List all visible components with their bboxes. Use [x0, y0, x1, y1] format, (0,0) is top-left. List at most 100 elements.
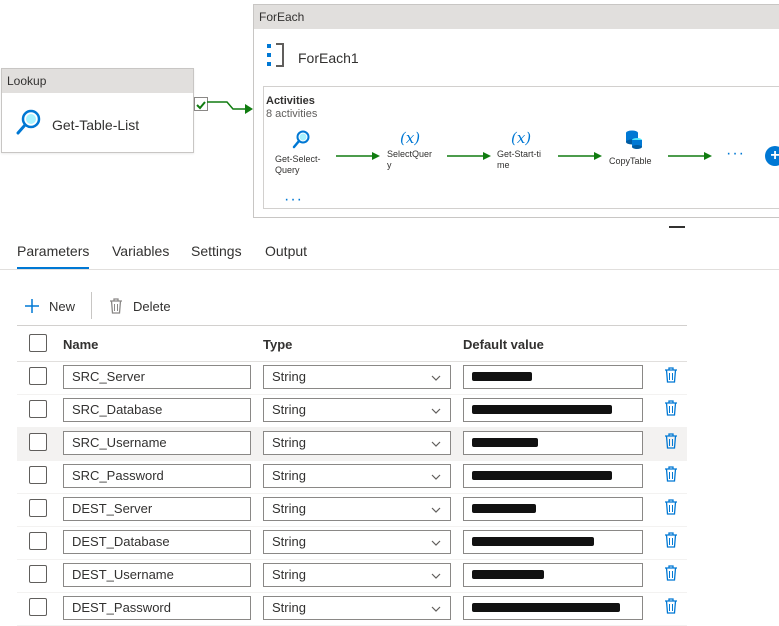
- tab-parameters[interactable]: Parameters: [17, 243, 90, 269]
- splitter-handle[interactable]: [669, 226, 685, 228]
- table-row[interactable]: SRC_Username String: [17, 427, 687, 461]
- chevron-down-icon: [431, 408, 441, 414]
- parameter-default-value-input[interactable]: [463, 365, 643, 389]
- parameter-type-select[interactable]: String: [263, 431, 451, 455]
- delete-row-button[interactable]: [664, 465, 678, 488]
- variable-icon: (𝑥): [400, 129, 421, 147]
- activity-selectquery[interactable]: (𝑥) SelectQuer y: [387, 129, 432, 171]
- delete-row-button[interactable]: [664, 531, 678, 554]
- parameter-name-input[interactable]: DEST_Password: [63, 596, 251, 620]
- tab-settings[interactable]: Settings: [191, 243, 242, 267]
- trash-icon: [665, 532, 677, 548]
- activities-count: 8 activities: [266, 108, 318, 120]
- activity-label: Get-Start-ti: [497, 149, 542, 159]
- row-checkbox[interactable]: [29, 565, 47, 583]
- new-button[interactable]: New: [24, 292, 75, 320]
- table-row[interactable]: SRC_Password String: [17, 460, 687, 494]
- row-checkbox[interactable]: [29, 367, 47, 385]
- table-row[interactable]: DEST_Database String: [17, 526, 687, 560]
- parameter-name-input[interactable]: SRC_Database: [63, 398, 251, 422]
- activity-get-select-query[interactable]: Get-Select- Query: [275, 129, 321, 176]
- activities-container[interactable]: Activities 8 activities Get-Select- Quer…: [263, 86, 779, 209]
- parameter-default-value-input[interactable]: [463, 596, 643, 620]
- parameter-type-select[interactable]: String: [263, 596, 451, 620]
- activity-copytable[interactable]: CopyTable: [609, 129, 652, 167]
- lookup-icon: [14, 107, 44, 142]
- success-connector: [558, 152, 602, 160]
- parameter-default-value-input[interactable]: [463, 398, 643, 422]
- row-checkbox[interactable]: [29, 433, 47, 451]
- delete-button[interactable]: Delete: [108, 292, 171, 320]
- chevron-down-icon: [431, 441, 441, 447]
- chevron-down-icon: [431, 507, 441, 513]
- delete-row-button[interactable]: [664, 399, 678, 422]
- parameter-name-input[interactable]: DEST_Username: [63, 563, 251, 587]
- column-header-name: Name: [63, 337, 99, 352]
- parameter-default-value-input[interactable]: [463, 497, 643, 521]
- row-checkbox[interactable]: [29, 532, 47, 550]
- foreach-icon: [264, 42, 286, 73]
- table-row[interactable]: SRC_Database String: [17, 394, 687, 428]
- row-checkbox[interactable]: [29, 499, 47, 517]
- activity-label: Query: [275, 165, 300, 175]
- parameter-name-input[interactable]: DEST_Server: [63, 497, 251, 521]
- delete-row-button[interactable]: [664, 564, 678, 587]
- parameter-default-value-input[interactable]: [463, 563, 643, 587]
- parameter-name-input[interactable]: SRC_Server: [63, 365, 251, 389]
- success-connector: [668, 152, 712, 160]
- trash-icon: [665, 499, 677, 515]
- parameter-name-input[interactable]: SRC_Username: [63, 431, 251, 455]
- table-row[interactable]: DEST_Username String: [17, 559, 687, 593]
- trash-icon: [665, 400, 677, 416]
- table-row[interactable]: SRC_Server String: [17, 361, 687, 395]
- redacted-value: [472, 372, 532, 381]
- delete-label: Delete: [133, 298, 171, 314]
- activity-get-start-time[interactable]: (𝑥) Get-Start-ti me: [497, 129, 541, 171]
- table-row[interactable]: DEST_Server String: [17, 493, 687, 527]
- toolbar-separator: [91, 292, 92, 319]
- parameter-name-input[interactable]: SRC_Password: [63, 464, 251, 488]
- parameter-type-select[interactable]: String: [263, 365, 451, 389]
- foreach-name: ForEach1: [298, 49, 359, 66]
- success-connector: [207, 101, 253, 114]
- pipeline-canvas: Lookup Get-Table-List ForEach ForEach1 A…: [0, 0, 779, 228]
- parameter-default-value-input[interactable]: [463, 431, 643, 455]
- parameter-default-value-input[interactable]: [463, 530, 643, 554]
- parameter-name-input[interactable]: DEST_Database: [63, 530, 251, 554]
- delete-row-button[interactable]: [664, 432, 678, 455]
- column-header-default-value: Default value: [463, 337, 544, 352]
- row-checkbox[interactable]: [29, 598, 47, 616]
- parameter-type-value: String: [272, 435, 306, 450]
- add-activity-button[interactable]: +: [765, 146, 779, 166]
- row-checkbox[interactable]: [29, 400, 47, 418]
- more-options-icon[interactable]: ···: [284, 191, 303, 209]
- redacted-value: [472, 438, 538, 447]
- parameter-type-select[interactable]: String: [263, 398, 451, 422]
- parameter-type-select[interactable]: String: [263, 464, 451, 488]
- foreach-activity[interactable]: ForEach ForEach1 Activities 8 activities…: [253, 4, 779, 218]
- tab-variables[interactable]: Variables: [112, 243, 169, 267]
- more-activities-icon[interactable]: ···: [726, 145, 745, 163]
- parameter-default-value-input[interactable]: [463, 464, 643, 488]
- tab-output[interactable]: Output: [265, 243, 307, 267]
- delete-row-button[interactable]: [664, 366, 678, 389]
- activities-title: Activities: [266, 95, 315, 107]
- parameter-type-select[interactable]: String: [263, 563, 451, 587]
- plus-icon: [25, 299, 39, 313]
- select-all-checkbox[interactable]: [29, 334, 47, 352]
- table-row[interactable]: DEST_Password String: [17, 592, 687, 626]
- lookup-activity[interactable]: Lookup Get-Table-List: [1, 68, 194, 153]
- row-checkbox[interactable]: [29, 466, 47, 484]
- parameter-type-select[interactable]: String: [263, 497, 451, 521]
- new-label: New: [49, 298, 76, 314]
- redacted-value: [472, 405, 612, 414]
- variable-icon: (𝑥): [511, 129, 532, 147]
- activity-label: SelectQuer: [387, 149, 433, 159]
- trash-icon: [665, 466, 677, 482]
- parameter-type-select[interactable]: String: [263, 530, 451, 554]
- delete-row-button[interactable]: [664, 498, 678, 521]
- success-output-handle[interactable]: [194, 97, 208, 111]
- chevron-down-icon: [431, 540, 441, 546]
- parameter-type-value: String: [272, 534, 306, 549]
- delete-row-button[interactable]: [664, 597, 678, 620]
